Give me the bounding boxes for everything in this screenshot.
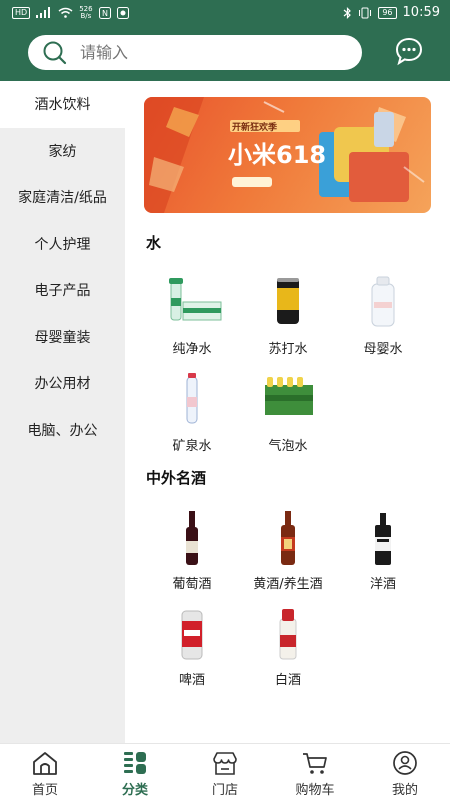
bluetooth-icon	[343, 6, 352, 19]
product-purified-water[interactable]: 纯净水	[137, 274, 247, 357]
product-wine[interactable]: 葡萄酒	[137, 509, 247, 592]
product-label: 白酒	[274, 673, 301, 688]
sidebar-item-label: 电子产品	[34, 283, 91, 300]
product-label: 苏打水	[268, 342, 308, 357]
banner-headline: 小米618	[228, 141, 327, 169]
category-icon	[124, 752, 146, 774]
top-header: HD 526 B/s N 96 10:59	[0, 0, 450, 81]
soda-water-image	[277, 278, 299, 324]
category-sidebar: 酒水饮料 家纺 家庭清洁/纸品 个人护理 电子产品 母婴童装 办公用材 电脑、办…	[0, 81, 125, 743]
product-soda-water[interactable]: 苏打水	[233, 274, 343, 357]
sidebar-item-personal-care[interactable]: 个人护理	[0, 221, 125, 268]
sidebar-item-computers-office[interactable]: 电脑、办公	[0, 407, 125, 454]
hd-indicator: HD	[12, 6, 31, 19]
vibrate-icon	[359, 7, 372, 18]
spirits-image	[375, 513, 391, 565]
tab-cart[interactable]: 购物车	[270, 744, 360, 800]
yellow-wine-image	[281, 511, 295, 565]
baijiu-image	[279, 609, 297, 660]
tab-label: 门店	[211, 783, 238, 798]
product-label: 葡萄酒	[172, 577, 212, 592]
sidebar-item-label: 酒水饮料	[34, 97, 91, 114]
product-baijiu[interactable]: 白酒	[233, 605, 343, 688]
sidebar-item-home-textiles[interactable]: 家纺	[0, 128, 125, 175]
product-label: 黄酒/养生酒	[253, 577, 323, 592]
banner-tag: 开新狂欢季	[232, 123, 278, 133]
sidebar-item-baby-kids[interactable]: 母婴童装	[0, 314, 125, 361]
sidebar-item-drinks[interactable]: 酒水饮料	[0, 81, 125, 128]
product-label: 纯净水	[172, 342, 212, 357]
sidebar-item-electronics[interactable]: 电子产品	[0, 267, 125, 314]
tab-label: 购物车	[295, 783, 335, 798]
app-notification-icon-2	[116, 6, 129, 19]
wine-image	[186, 511, 198, 565]
category-content: 开新狂欢季 小米618 水 纯净水 苏打水 母婴水 矿泉水 气泡水 中外名酒 葡…	[125, 81, 450, 743]
net-speed: 526 B/s	[79, 4, 93, 20]
product-label: 啤酒	[178, 673, 205, 688]
store-icon	[213, 752, 237, 775]
product-label: 气泡水	[268, 439, 308, 454]
product-spirits[interactable]: 洋酒	[328, 509, 438, 592]
bottom-tab-bar: 首页 分类 门店 购物车 我的	[0, 743, 450, 800]
mineral-water-image	[186, 373, 198, 424]
status-bar: HD 526 B/s N 96 10:59	[0, 0, 450, 25]
sidebar-item-label: 家庭清洁/纸品	[18, 190, 107, 207]
product-sparkling-water[interactable]: 气泡水	[233, 371, 343, 454]
clock: 10:59	[402, 5, 440, 20]
tab-profile[interactable]: 我的	[360, 744, 450, 800]
product-label: 洋酒	[369, 577, 396, 592]
sidebar-item-label: 家纺	[48, 143, 77, 160]
tab-label: 首页	[31, 783, 58, 798]
section-title-liquor: 中外名酒	[146, 469, 207, 487]
search-input[interactable]	[80, 43, 330, 62]
tab-home[interactable]: 首页	[0, 744, 90, 800]
battery-indicator: 96	[378, 6, 397, 19]
signal-icon	[36, 7, 51, 18]
tab-category[interactable]: 分类	[90, 744, 180, 800]
section-title-water: 水	[146, 234, 162, 252]
sparkling-water-image	[265, 377, 313, 415]
home-icon	[33, 752, 57, 775]
sidebar-item-label: 电脑、办公	[27, 422, 98, 439]
cart-icon	[303, 753, 327, 774]
sidebar-item-label: 个人护理	[34, 236, 91, 253]
search-bar[interactable]	[28, 35, 362, 70]
purified-water-image	[169, 278, 222, 321]
sidebar-item-label: 母婴童装	[34, 329, 91, 346]
tab-label: 我的	[391, 783, 418, 798]
wifi-icon	[58, 7, 73, 18]
baby-water-image	[371, 276, 395, 327]
product-label: 母婴水	[363, 342, 403, 357]
product-yellow-wine[interactable]: 黄酒/养生酒	[233, 509, 343, 592]
profile-icon	[393, 751, 417, 775]
sidebar-item-office-supplies[interactable]: 办公用材	[0, 360, 125, 407]
beer-image	[181, 610, 203, 660]
promo-banner[interactable]: 开新狂欢季 小米618	[144, 97, 431, 213]
product-baby-water[interactable]: 母婴水	[328, 274, 438, 357]
product-beer[interactable]: 啤酒	[137, 605, 247, 688]
sidebar-item-label: 办公用材	[34, 376, 91, 393]
svg-text:N: N	[102, 9, 108, 18]
search-icon	[43, 41, 67, 64]
product-label: 矿泉水	[172, 439, 212, 454]
tab-store[interactable]: 门店	[180, 744, 270, 800]
product-mineral-water[interactable]: 矿泉水	[137, 371, 247, 454]
tab-label: 分类	[121, 783, 148, 798]
sidebar-item-cleaning-paper[interactable]: 家庭清洁/纸品	[0, 174, 125, 221]
app-notification-icon: N	[98, 6, 111, 19]
message-icon[interactable]	[394, 36, 424, 66]
